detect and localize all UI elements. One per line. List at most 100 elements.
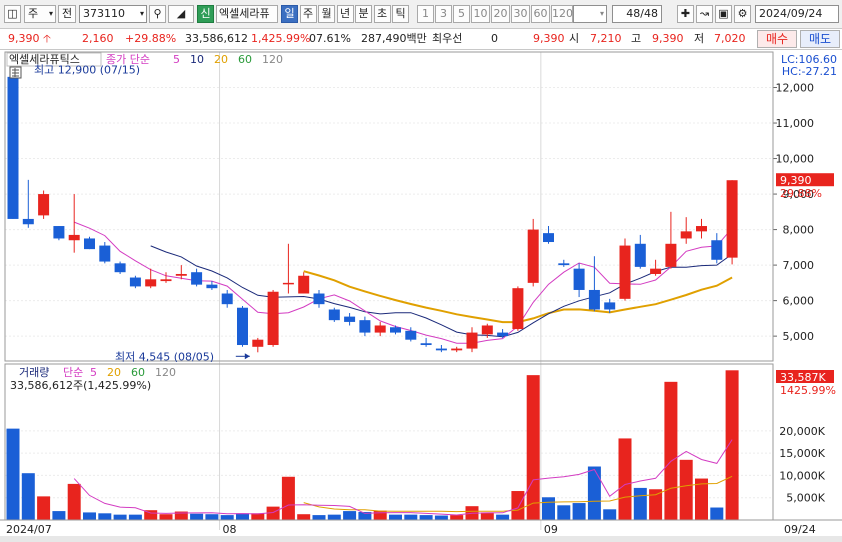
period-tab[interactable]: 분 <box>355 5 372 23</box>
stock-code-input[interactable]: 373110 ▾ <box>79 5 147 23</box>
candle-body[interactable] <box>237 307 248 346</box>
volume-bar[interactable] <box>434 515 448 520</box>
sell-button[interactable]: 매도 <box>800 30 840 48</box>
volume-bar[interactable] <box>67 483 81 520</box>
ma-legend-period[interactable]: 120 <box>262 53 283 66</box>
period-tab[interactable]: 초 <box>373 5 391 23</box>
candle-body[interactable] <box>344 316 356 322</box>
candle-body[interactable] <box>68 234 80 241</box>
candle-body[interactable] <box>298 275 310 294</box>
volume-bar[interactable] <box>327 514 341 520</box>
volume-bar[interactable] <box>281 476 295 520</box>
volume-ma-legend-period[interactable]: 5 <box>90 366 97 379</box>
volume-legend-label[interactable]: 거래량 <box>19 366 49 379</box>
buy-button[interactable]: 매수 <box>757 30 797 48</box>
period-tab[interactable]: 주 <box>299 5 317 23</box>
volume-ma-legend-period[interactable]: 20 <box>107 366 121 379</box>
volume-bar[interactable] <box>557 505 571 520</box>
interval-button[interactable]: 20 <box>491 5 510 23</box>
volume-bar[interactable] <box>633 487 647 520</box>
volume-ma-legend-period[interactable]: 60 <box>131 366 145 379</box>
candle-body[interactable] <box>38 194 50 216</box>
candle-body[interactable] <box>481 325 493 335</box>
candle-body[interactable] <box>573 268 585 290</box>
interval-button[interactable]: 1 <box>417 5 434 23</box>
candle-body[interactable] <box>313 293 325 305</box>
candle-body[interactable] <box>405 330 417 340</box>
candle-body[interactable] <box>252 339 264 347</box>
chart-tools-icon[interactable]: ↝ <box>696 5 713 23</box>
interval-button[interactable]: 10 <box>471 5 490 23</box>
volume-bar[interactable] <box>312 515 326 520</box>
interval-button[interactable]: 5 <box>453 5 470 23</box>
candle-body[interactable] <box>634 243 646 267</box>
horizontal-scrollbar[interactable] <box>0 536 842 542</box>
volume-bar[interactable] <box>37 496 51 520</box>
volume-bar[interactable] <box>83 512 96 520</box>
chart-menu-icon[interactable]: ◫ <box>4 5 21 23</box>
candle-body[interactable] <box>53 226 65 239</box>
speaker-icon[interactable]: ◢ <box>168 5 194 23</box>
volume-bar[interactable] <box>404 514 418 520</box>
volume-bar[interactable] <box>52 511 66 520</box>
candle-body[interactable] <box>175 273 187 276</box>
period-tab[interactable]: 일 <box>281 5 298 23</box>
volume-bar[interactable] <box>220 515 234 520</box>
volume-bar[interactable] <box>649 489 663 520</box>
ma-legend-period[interactable]: 5 <box>173 53 180 66</box>
period-tab[interactable]: 틱 <box>392 5 409 23</box>
candle-body[interactable] <box>206 284 218 289</box>
candle-body[interactable] <box>129 277 141 287</box>
volume-bar[interactable] <box>419 515 433 520</box>
save-icon[interactable]: ▣ <box>715 5 732 23</box>
ma-legend-period[interactable]: 20 <box>214 53 228 66</box>
volume-bar[interactable] <box>480 512 494 520</box>
candle-body[interactable] <box>22 218 34 225</box>
candle-body[interactable] <box>650 268 662 274</box>
candle-body[interactable] <box>359 320 371 333</box>
candle-body[interactable] <box>726 180 738 258</box>
interval-input[interactable]: ▾ <box>573 5 607 23</box>
candle-body[interactable] <box>711 240 723 260</box>
interval-button[interactable]: 3 <box>435 5 452 23</box>
data-count-field[interactable]: 48/48 <box>612 5 662 23</box>
candle-body[interactable] <box>282 282 294 285</box>
volume-bar[interactable] <box>343 511 357 520</box>
candle-body[interactable] <box>267 291 279 346</box>
candle-body[interactable] <box>160 279 172 282</box>
period-tab[interactable]: 년 <box>336 5 354 23</box>
volume-bar[interactable] <box>205 514 219 520</box>
volume-bar[interactable] <box>587 466 601 520</box>
volume-bar[interactable] <box>618 438 632 520</box>
volume-bar[interactable] <box>603 509 617 520</box>
candle-body[interactable] <box>680 231 692 239</box>
candle-body[interactable] <box>84 238 95 250</box>
candle-body[interactable] <box>374 325 386 333</box>
candle-body[interactable] <box>619 245 631 299</box>
gear-icon[interactable]: ⚙ <box>734 5 751 23</box>
volume-bar[interactable] <box>450 515 464 520</box>
stock-chart[interactable]: 12,00011,00010,0009,0008,0007,0006,0005,… <box>0 50 842 542</box>
volume-bar[interactable] <box>542 497 555 520</box>
volume-bar[interactable] <box>679 459 693 520</box>
volume-bar[interactable] <box>373 510 387 520</box>
volume-bar[interactable] <box>710 507 724 520</box>
interval-button[interactable]: 30 <box>511 5 530 23</box>
candle-body[interactable] <box>588 289 600 310</box>
candle-body[interactable] <box>497 332 509 337</box>
candle-body[interactable] <box>99 245 111 262</box>
volume-bar[interactable] <box>128 514 142 520</box>
ma-legend-period[interactable]: 10 <box>190 53 204 66</box>
volume-bar[interactable] <box>526 375 540 520</box>
date-field[interactable]: 2024/09/24 <box>755 5 839 23</box>
crosshair-icon[interactable]: ✚ <box>677 5 694 23</box>
candle-body[interactable] <box>466 332 478 349</box>
candle-body[interactable] <box>114 263 126 273</box>
candle-body[interactable] <box>665 243 677 267</box>
volume-bar[interactable] <box>511 491 525 520</box>
candle-body[interactable] <box>191 272 203 285</box>
volume-bar[interactable] <box>389 514 402 520</box>
volume-bar[interactable] <box>98 513 112 520</box>
candle-body[interactable] <box>328 309 340 321</box>
candle-body[interactable] <box>696 226 707 232</box>
